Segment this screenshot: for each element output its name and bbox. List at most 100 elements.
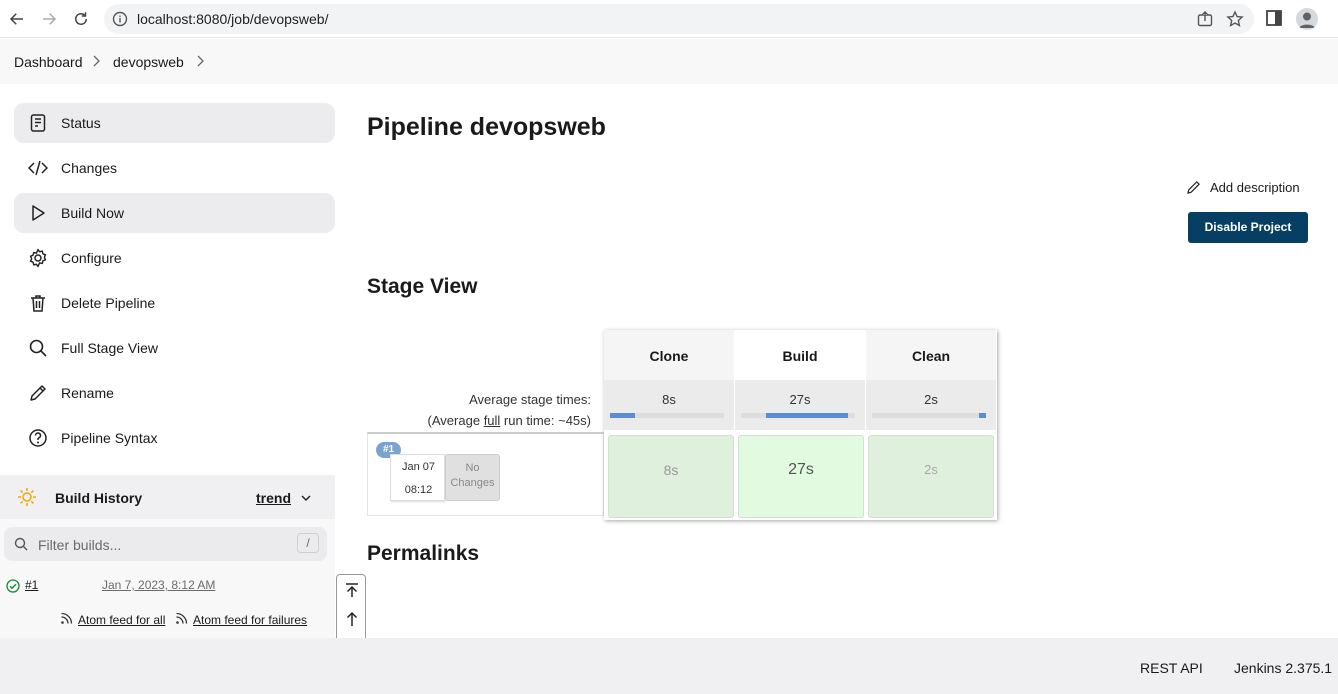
sidebar-item-full-stage-view[interactable]: Full Stage View [14,328,335,368]
info-icon[interactable] [112,11,128,27]
status-icon [30,114,46,132]
avg-stage-times-label: Average stage times: [469,392,591,407]
stage-header-clone: Clone [604,330,734,380]
browser-toolbar: localhost:8080/job/devopsweb/ [0,0,1338,38]
build-date-link[interactable]: Jan 7, 2023, 8:12 AM [102,578,215,592]
chevron-right-icon[interactable] [91,55,101,67]
share-icon[interactable] [1196,10,1214,28]
stage-header-build: Build [735,330,865,380]
disable-project-button[interactable]: Disable Project [1188,212,1308,243]
address-bar[interactable]: localhost:8080/job/devopsweb/ [104,4,1254,34]
chevron-down-icon[interactable] [300,492,312,504]
gear-icon [29,248,47,268]
play-icon [32,205,45,221]
stage-avg-time: 8s [662,392,676,407]
side-panel-icon[interactable] [1265,9,1283,27]
rss-icon [176,612,188,624]
atom-feed-failures-link[interactable]: Atom feed for failures [193,613,307,627]
stage-view-title: Stage View [367,275,478,298]
stage-cell-clean[interactable]: 2s [868,435,994,518]
run-date-box: Jan 07 08:12 [390,454,445,501]
build-history-title: Build History [55,490,143,506]
run-date: Jan 07 [401,461,436,473]
code-icon [28,160,48,176]
sun-icon [18,488,36,506]
sidebar-item-rename[interactable]: Rename [14,373,335,413]
stage-avg-clean: 2s [866,380,996,430]
pencil-icon [30,385,46,401]
star-icon[interactable] [1226,10,1244,28]
rest-api-link[interactable]: REST API [1140,660,1203,676]
changes-line-2: Changes [450,477,495,489]
stage-progress-bar [872,413,986,418]
avg-full-link[interactable]: full [484,413,501,428]
stage-avg-clone: 8s [604,380,734,430]
sidebar-item-label: Rename [61,385,114,401]
sidebar-item-delete-pipeline[interactable]: Delete Pipeline [14,283,335,323]
url-text: localhost:8080/job/devopsweb/ [137,11,329,27]
stage-header-clean: Clean [866,330,996,380]
reload-icon[interactable] [69,7,93,31]
avg-full-prefix: (Average [427,413,484,428]
sidebar-item-pipeline-syntax[interactable]: Pipeline Syntax [14,418,335,458]
stage-cell-clone[interactable]: 8s [608,435,734,518]
filter-placeholder: Filter builds... [38,537,122,553]
rss-icon [61,612,73,624]
search-icon [29,339,47,357]
permalinks-title: Permalinks [367,542,480,565]
trend-link[interactable]: trend [256,490,291,506]
build-number-link[interactable]: #1 [25,578,38,592]
stage-progress-fill [766,413,849,418]
trash-icon [31,295,45,312]
run-changes-box: No Changes [445,454,500,501]
breadcrumb-devopsweb[interactable]: devopsweb [113,54,184,70]
sidebar-item-label: Changes [61,160,118,176]
sidebar-item-changes[interactable]: Changes [14,148,335,188]
run-time: 08:12 [404,484,433,496]
atom-feed-all-link[interactable]: Atom feed for all [78,613,165,627]
build-history-header: Build History trend [0,475,335,519]
breadcrumb-dashboard[interactable]: Dashboard [14,54,83,70]
forward-icon[interactable] [37,7,61,31]
sidebar-item-label: Status [61,115,101,131]
sidebar-item-label: Pipeline Syntax [61,430,158,446]
stage-avg-time: 2s [924,392,938,407]
sidebar-item-configure[interactable]: Configure [14,238,335,278]
add-description-link[interactable]: Add description [1186,180,1300,195]
back-icon[interactable] [5,7,29,31]
pencil-icon [1187,181,1200,194]
breadcrumb: Dashboard devopsweb [0,39,1338,84]
sidebar-item-label: Full Stage View [61,340,159,356]
keyboard-shortcut-hint: / [297,533,319,553]
sidebar-item-label: Delete Pipeline [61,295,156,311]
avg-full-suffix: run time: ~45s) [500,413,591,428]
sidebar-item-label: Build Now [61,205,125,221]
search-icon [14,537,28,551]
footer: REST API Jenkins 2.375.1 [0,638,1338,694]
sidebar-item-label: Configure [61,250,122,266]
avg-full-run-time: (Average full run time: ~45s) [428,413,591,428]
sidebar-item-build-now[interactable]: Build Now [14,193,335,233]
filter-builds-input[interactable]: Filter builds... / [4,527,327,561]
jenkins-version[interactable]: Jenkins 2.375.1 [1234,660,1332,676]
stage-progress-bar [610,413,724,418]
sidebar-item-status[interactable]: Status [14,103,335,143]
stage-progress-bar [741,413,855,418]
changes-line-1: No [465,462,480,474]
help-icon [29,429,47,447]
page-title: Pipeline devopsweb [367,113,606,141]
scroll-up-icon[interactable] [344,611,360,627]
stage-progress-fill [610,413,636,418]
scroll-top-icon[interactable] [344,582,360,598]
add-description-label: Add description [1210,180,1300,195]
build-run-row: #1 Jan 07 08:12 No Changes [367,432,604,516]
build-history-panel: Build History trend Filter builds... / #… [0,475,335,643]
success-icon [6,579,20,593]
profile-avatar[interactable] [1296,8,1318,30]
stage-progress-fill [979,413,986,418]
stage-avg-build: 27s [735,380,865,430]
chevron-right-icon[interactable] [195,55,205,67]
stage-avg-time: 27s [789,392,811,407]
stage-cell-build[interactable]: 27s [738,435,864,518]
stage-view-table: Clone Build Clean 8s 27s 2s 8s 27s 2s [604,330,997,520]
